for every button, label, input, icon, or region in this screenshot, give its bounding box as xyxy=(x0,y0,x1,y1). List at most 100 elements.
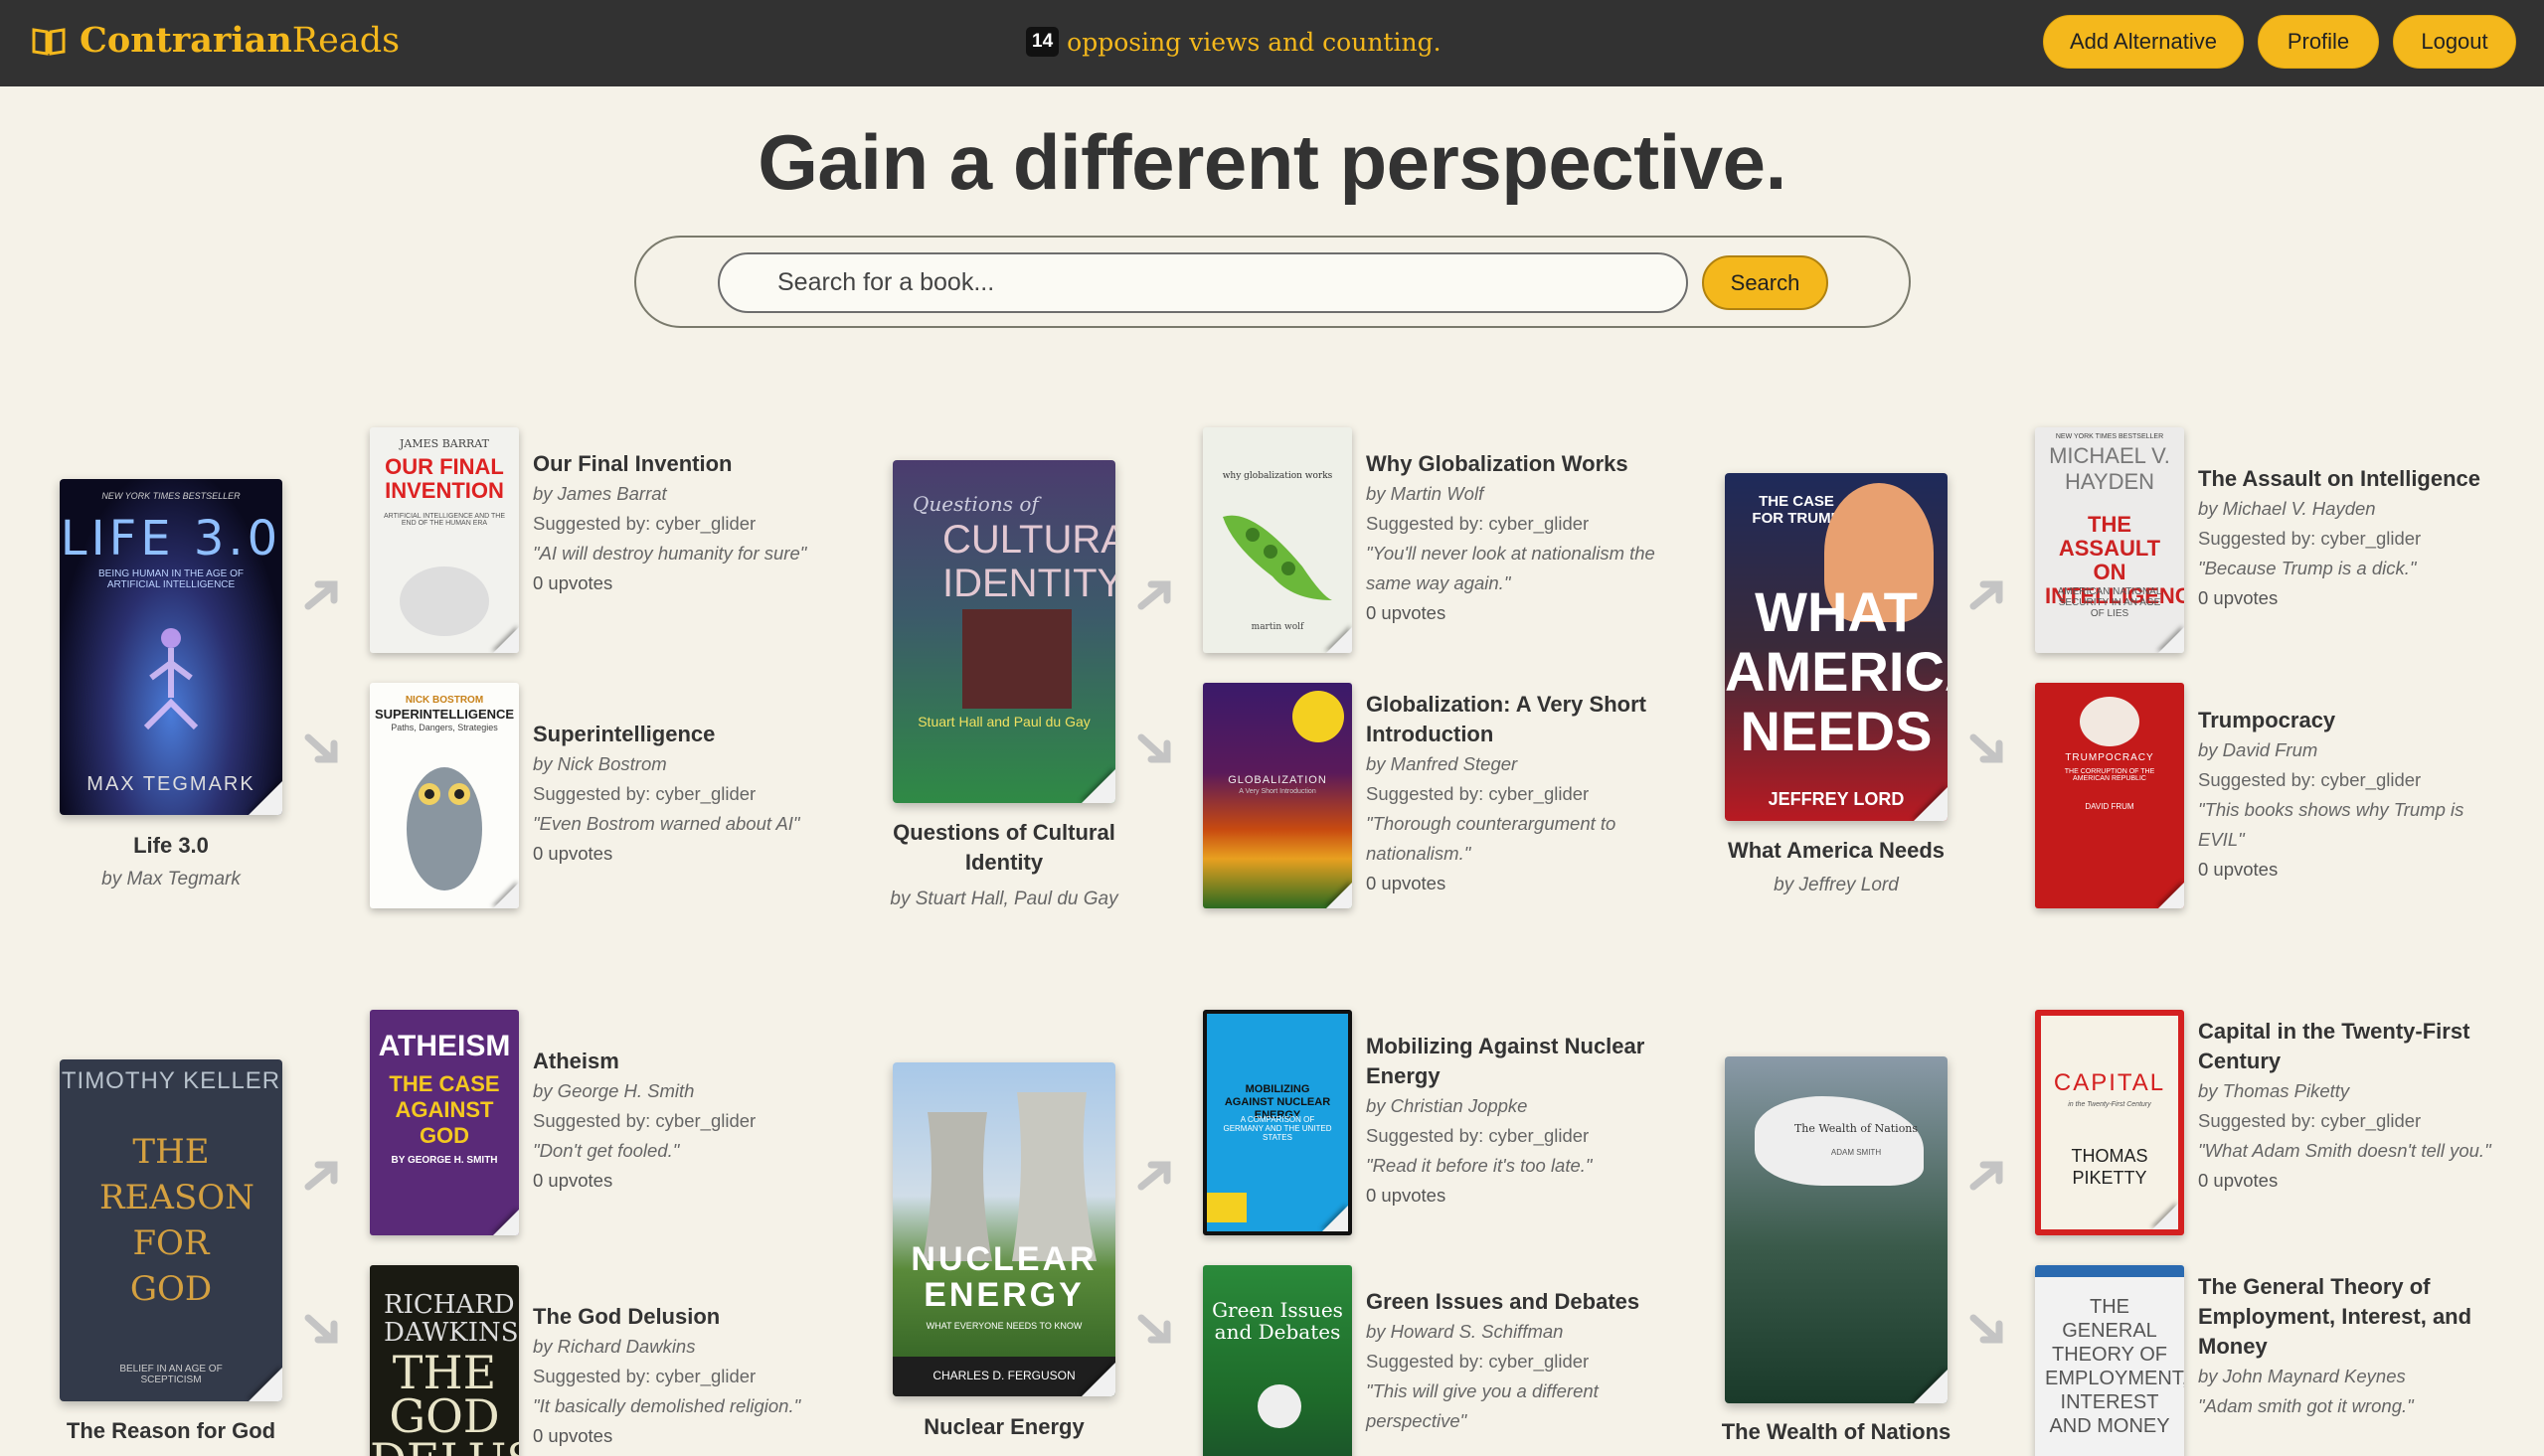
hero-title: Gain a different perspective. xyxy=(758,118,1786,206)
main-book-title[interactable]: The Reason for God xyxy=(20,1416,322,1446)
upvote-count[interactable]: 0 upvotes xyxy=(1366,598,1664,628)
upvote-count[interactable]: 0 upvotes xyxy=(2198,855,2496,885)
alt-book-title[interactable]: Green Issues and Debates xyxy=(1366,1287,1664,1317)
upvote-count[interactable]: 0 upvotes xyxy=(533,1421,831,1451)
cover-text: RICHARD DAWKINS xyxy=(384,1290,519,1348)
arrow-icon xyxy=(1969,733,2003,763)
book-cover[interactable]: THE CASE FOR TRUMP WHAT AMERICA NEEDS JE… xyxy=(1725,473,1948,821)
alt-book-title[interactable]: Trumpocracy xyxy=(2198,706,2496,735)
cooling-towers-image xyxy=(923,1092,1097,1261)
cover-text: Questions of xyxy=(913,492,1039,516)
alt-book-author: by James Barrat xyxy=(533,483,667,504)
alt-book-cover[interactable]: Green Issues and Debates xyxy=(1203,1265,1352,1456)
arrow-icon xyxy=(304,580,338,610)
profile-button[interactable]: Profile xyxy=(2258,15,2379,69)
upvote-count[interactable]: 0 upvotes xyxy=(1366,869,1664,898)
suggested-by: Suggested by: cyber_glider xyxy=(2198,1110,2422,1131)
alt-book-info: The General Theory of Employment, Intere… xyxy=(2198,1272,2496,1421)
alt-book-title[interactable]: Why Globalization Works xyxy=(1366,449,1664,479)
alt-book-title[interactable]: The General Theory of Employment, Intere… xyxy=(2198,1272,2496,1362)
alt-book-title[interactable]: Capital in the Twenty-First Century xyxy=(2198,1017,2496,1076)
main-book-author: by Max Tegmark xyxy=(101,869,241,890)
cover-text: TIMOTHY KELLER xyxy=(61,1067,281,1094)
cover-text: Stuart Hall and Paul du Gay xyxy=(918,714,1091,729)
book-cover[interactable]: Questions of CULTURAL IDENTITY Stuart Ha… xyxy=(893,460,1115,803)
book-cover[interactable]: NEW YORK TIMES BESTSELLER LIFE 3.0 BEING… xyxy=(60,479,282,815)
cover-text: ATHEISM xyxy=(378,1030,511,1062)
upvote-count[interactable]: 0 upvotes xyxy=(533,1166,831,1196)
count-badge: 14 xyxy=(1026,27,1060,57)
cover-text: THE CORRUPTION OF THE AMERICAN REPUBLIC xyxy=(2064,768,2155,782)
alt-book-author: by George H. Smith xyxy=(533,1080,695,1101)
add-alternative-button[interactable]: Add Alternative xyxy=(2043,15,2244,69)
suggestion-quote: "Thorough counterargument to nationalism… xyxy=(1366,813,1616,864)
cover-text: TRUMPOCRACY xyxy=(2065,752,2154,763)
cover-text: why globalization works xyxy=(1222,471,1333,481)
alt-book-cover[interactable]: NEW YORK TIMES BESTSELLER MICHAEL V. HAY… xyxy=(2035,427,2184,653)
alt-book-info: Trumpocracy by David Frum Suggested by: … xyxy=(2198,706,2496,885)
suggested-by: Suggested by: cyber_glider xyxy=(2198,769,2422,790)
cover-text: BY GEORGE H. SMITH xyxy=(391,1155,498,1166)
alt-book-cover[interactable]: NICK BOSTROM SUPERINTELLIGENCE Paths, Da… xyxy=(370,683,519,908)
cover-text: The Wealth of Nations xyxy=(1793,1122,1919,1135)
pea-pod-icon xyxy=(1223,515,1332,600)
main-book-title[interactable]: Nuclear Energy xyxy=(855,1412,1153,1442)
alt-book-title[interactable]: The God Delusion xyxy=(533,1302,831,1332)
alt-book-title[interactable]: Our Final Invention xyxy=(533,449,831,479)
suggested-by: Suggested by: cyber_glider xyxy=(1366,1351,1590,1372)
cover-text: CAPITAL xyxy=(2053,1069,2166,1096)
cover-text: GLOBALIZATION xyxy=(1228,774,1327,786)
alt-book-cover[interactable]: MOBILIZING AGAINST NUCLEAR ENERGY A COMP… xyxy=(1203,1010,1352,1235)
upvote-count[interactable]: 0 upvotes xyxy=(2198,1166,2496,1196)
alt-book-cover[interactable]: CAPITAL in the Twenty-First Century THOM… xyxy=(2035,1010,2184,1235)
suggestion-quote: "Read it before it's too late." xyxy=(1366,1155,1593,1176)
cover-text: NICK BOSTROM xyxy=(405,695,484,706)
suggested-by: Suggested by: cyber_glider xyxy=(1366,513,1590,534)
suggestion-quote: "AI will destroy humanity for sure" xyxy=(533,543,807,564)
main-book-title[interactable]: Questions of Cultural Identity xyxy=(855,818,1153,878)
main-book-title[interactable]: Life 3.0 xyxy=(20,831,322,861)
arrow-icon xyxy=(1137,1161,1171,1191)
upvote-count[interactable]: 0 upvotes xyxy=(2198,583,2496,613)
alt-book-author: by Christian Joppke xyxy=(1366,1095,1528,1116)
robot-face-image xyxy=(400,566,489,636)
alt-book-title[interactable]: Superintelligence xyxy=(533,720,831,749)
alt-book-author: by Richard Dawkins xyxy=(533,1336,696,1357)
alt-book-info: Atheism by George H. Smith Suggested by:… xyxy=(533,1047,831,1196)
upvote-count[interactable]: 0 upvotes xyxy=(533,568,831,598)
arrow-icon xyxy=(1137,733,1171,763)
search-input[interactable] xyxy=(718,252,1688,313)
alt-book-cover[interactable]: GLOBALIZATION A Very Short Introduction xyxy=(1203,683,1352,908)
alt-book-info: Globalization: A Very Short Introduction… xyxy=(1366,690,1664,898)
suggestion-quote: "This books shows why Trump is EVIL" xyxy=(2198,799,2464,850)
alt-book-title[interactable]: Globalization: A Very Short Introduction xyxy=(1366,690,1664,749)
main-book-title[interactable]: The Wealth of Nations xyxy=(1687,1417,1985,1447)
alt-book-info: Why Globalization Works by Martin Wolf S… xyxy=(1366,449,1664,628)
cover-text: THOMAS PIKETTY xyxy=(2071,1146,2148,1188)
logout-button[interactable]: Logout xyxy=(2393,15,2516,69)
alt-book-cover[interactable]: THE GENERAL THEORY OF EMPLOYMENT, INTERE… xyxy=(2035,1265,2184,1456)
alt-book-cover[interactable]: TRUMPOCRACY THE CORRUPTION OF THE AMERIC… xyxy=(2035,683,2184,908)
cover-text: BEING HUMAN IN THE AGE OF ARTIFICIAL INT… xyxy=(98,568,244,590)
alt-book-cover[interactable]: ATHEISM THE CASE AGAINST GOD BY GEORGE H… xyxy=(370,1010,519,1235)
upvote-count[interactable]: 0 upvotes xyxy=(1366,1181,1664,1211)
alt-book-title[interactable]: Mobilizing Against Nuclear Energy xyxy=(1366,1032,1664,1091)
book-cover[interactable]: TIMOTHY KELLER THE REASON FOR GOD BELIEF… xyxy=(60,1059,282,1401)
main-book-title[interactable]: What America Needs xyxy=(1687,836,1985,866)
book-cover[interactable]: The Wealth of Nations ADAM SMITH xyxy=(1725,1056,1948,1403)
cover-text: SUPERINTELLIGENCE xyxy=(374,707,515,722)
alt-book-cover[interactable]: why globalization works martin wolf xyxy=(1203,427,1352,653)
book-cover[interactable]: NUCLEAR ENERGY WHAT EVERYONE NEEDS TO KN… xyxy=(893,1062,1115,1396)
alt-book-title[interactable]: Atheism xyxy=(533,1047,831,1076)
suggestion-quote: "Don't get fooled." xyxy=(533,1140,680,1161)
arrow-icon xyxy=(1137,1314,1171,1344)
arrow-icon xyxy=(304,1161,338,1191)
brand-logo[interactable]: ContrarianReads xyxy=(32,20,400,61)
search-button[interactable]: Search xyxy=(1702,255,1828,310)
cover-text: MICHAEL V. HAYDEN xyxy=(2049,443,2170,494)
alt-book-author: by Michael V. Hayden xyxy=(2198,498,2376,519)
alt-book-cover[interactable]: RICHARD DAWKINS THE GOD DELUSION xyxy=(370,1265,519,1456)
alt-book-title[interactable]: The Assault on Intelligence xyxy=(2198,464,2496,494)
upvote-count[interactable]: 0 upvotes xyxy=(533,839,831,869)
alt-book-cover[interactable]: JAMES BARRAT OUR FINAL INVENTION ARTIFIC… xyxy=(370,427,519,653)
